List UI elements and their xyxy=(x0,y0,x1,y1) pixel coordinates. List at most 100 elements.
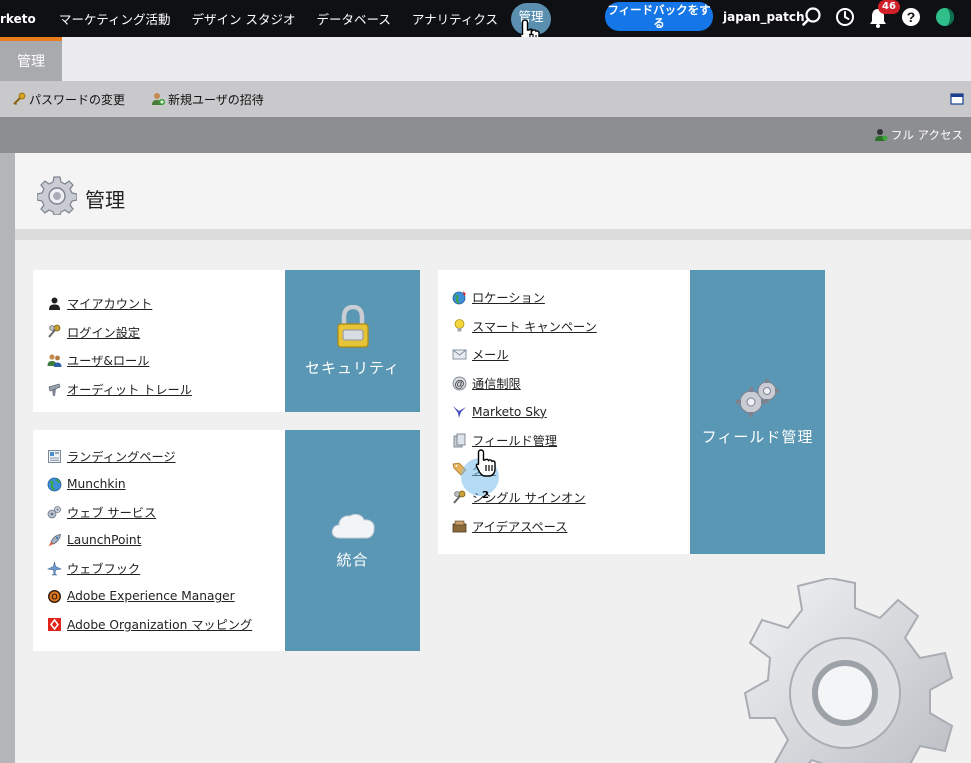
landing-pages-link[interactable]: ランディングページ xyxy=(67,447,176,465)
add-user-icon xyxy=(152,93,166,105)
key-icon xyxy=(13,92,26,106)
access-level-bar: フル アクセス xyxy=(0,117,971,153)
access-level-indicator: フル アクセス xyxy=(874,127,963,143)
location-link[interactable]: ロケーション xyxy=(472,288,545,306)
adobe-organization-mapping-link[interactable]: Adobe Organization マッピング xyxy=(67,615,252,633)
web-services-gears-icon xyxy=(47,505,61,518)
nav-analytics[interactable]: アナリティクス xyxy=(412,9,498,28)
feedback-button[interactable]: フィードバックをする xyxy=(605,2,713,31)
invite-new-user-button[interactable]: 新規ユーザの招待 xyxy=(151,91,264,108)
marketo-sky-bird-icon xyxy=(453,406,466,419)
admin-header: 管理 xyxy=(15,153,971,240)
admin-toolbar: パスワードの変更 新規ユーザの招待 xyxy=(0,81,971,117)
list-item-smart-campaign: スマート キャンペーン xyxy=(438,312,690,341)
search-icon[interactable] xyxy=(801,6,823,28)
integration-tile[interactable]: 統合 xyxy=(285,430,420,651)
list-item-audit-trail: オーディット トレール xyxy=(33,375,285,404)
marketo-sky-link[interactable]: Marketo Sky xyxy=(472,405,547,419)
audit-trail-link[interactable]: オーディット トレール xyxy=(67,380,192,398)
list-item-idea-space: アイデアスペース xyxy=(438,512,690,541)
adobe-experience-manager-link[interactable]: Adobe Experience Manager xyxy=(67,589,235,603)
at-sign-icon: @ xyxy=(452,376,467,390)
adobe-experience-manager-icon: O xyxy=(48,589,61,603)
users-roles-link[interactable]: ユーザ&ロール xyxy=(67,351,149,369)
field-management-gears-icon xyxy=(735,378,779,417)
nav-database[interactable]: データベース xyxy=(317,9,391,28)
history-clock-icon[interactable] xyxy=(834,6,856,28)
idea-space-icon xyxy=(452,520,467,532)
svg-text:O: O xyxy=(51,592,57,601)
notifications-badge: 46 xyxy=(878,0,900,14)
list-item-my-account: マイアカウント xyxy=(33,289,285,318)
list-item-location: ロケーション xyxy=(438,283,690,312)
cloud-icon xyxy=(331,513,375,539)
munchkin-globe-icon xyxy=(47,477,62,491)
web-services-link[interactable]: ウェブ サービス xyxy=(67,503,156,521)
landing-page-icon xyxy=(48,449,61,463)
field-management-tile[interactable]: フィールド管理 xyxy=(690,270,825,554)
list-item-marketo-sky: Marketo Sky xyxy=(438,397,690,426)
change-password-button[interactable]: パスワードの変更 xyxy=(12,91,125,108)
launchpoint-link[interactable]: LaunchPoint xyxy=(67,533,141,547)
list-item-launchpoint: LaunchPoint xyxy=(33,526,285,554)
users-group-icon xyxy=(47,354,62,367)
top-navigation-bar: rketo マーケティング活動 デザイン スタジオ データベース アナリティクス… xyxy=(0,0,971,37)
list-item-email: メール xyxy=(438,340,690,369)
page-title: 管理 xyxy=(85,188,125,212)
list-item-users-roles: ユーザ&ロール xyxy=(33,346,285,375)
invite-new-user-label: 新規ユーザの招待 xyxy=(168,92,264,107)
communication-limits-link[interactable]: 通信制限 xyxy=(472,374,521,392)
field-management-card: ロケーション スマート キャンペーン メール @ 通信制限 Marketo Sk… xyxy=(438,270,690,554)
list-item-login-settings: ログイン設定 xyxy=(33,318,285,347)
my-account-link[interactable]: マイアカウント xyxy=(67,294,152,312)
integration-tile-label: 統合 xyxy=(336,551,369,569)
module-tab-bar: 管理 xyxy=(0,37,971,81)
field-management-link[interactable]: フィールド管理 xyxy=(472,431,557,449)
security-card: マイアカウント ログイン設定 ユーザ&ロール オーディット トレール xyxy=(33,270,285,412)
user-access-icon xyxy=(874,129,888,141)
decorative-gear-icon xyxy=(743,578,954,763)
step-2-cursor-icon xyxy=(475,449,496,477)
audit-trail-icon xyxy=(48,383,61,396)
field-database-icon xyxy=(453,433,466,448)
idea-space-link[interactable]: アイデアスペース xyxy=(472,517,567,535)
list-item-munchkin: Munchkin xyxy=(33,470,285,498)
lightbulb-icon xyxy=(454,319,465,332)
tab-admin[interactable]: 管理 xyxy=(0,37,62,81)
panel-toggle-icon[interactable] xyxy=(950,92,964,106)
nav-marketing-activities[interactable]: マーケティング活動 xyxy=(59,9,171,28)
access-level-label: フル アクセス xyxy=(890,128,963,142)
webhooks-link[interactable]: ウェブフック xyxy=(67,559,140,577)
security-tile-label: セキュリティ xyxy=(304,358,401,377)
smart-campaign-link[interactable]: スマート キャンペーン xyxy=(472,317,597,335)
location-globe-icon xyxy=(452,290,466,305)
email-icon xyxy=(452,349,467,360)
padlock-icon xyxy=(336,304,369,348)
security-tile[interactable]: セキュリティ xyxy=(285,270,420,412)
login-settings-link[interactable]: ログイン設定 xyxy=(67,323,140,341)
change-password-label: パスワードの変更 xyxy=(29,92,126,107)
list-item-web-services: ウェブ サービス xyxy=(33,498,285,526)
field-management-tile-label: フィールド管理 xyxy=(701,427,814,446)
nav-design-studio[interactable]: デザイン スタジオ xyxy=(192,9,296,28)
left-sidebar-collapsed[interactable] xyxy=(0,153,15,763)
keys-icon xyxy=(48,324,61,339)
user-avatar-icon[interactable] xyxy=(934,6,956,28)
tab-admin-label: 管理 xyxy=(17,54,45,70)
integration-card: ランディングページ Munchkin ウェブ サービス LaunchPoint … xyxy=(33,430,285,651)
svg-text:@: @ xyxy=(455,379,465,390)
list-item-webhooks: ウェブフック xyxy=(33,554,285,582)
list-item-adobe-experience-manager: O Adobe Experience Manager xyxy=(33,582,285,610)
svg-text:?: ? xyxy=(907,9,916,25)
person-icon xyxy=(49,297,60,310)
email-link[interactable]: メール xyxy=(472,345,509,363)
step-2-label: 2 xyxy=(482,490,489,501)
brand-logo-text[interactable]: rketo xyxy=(0,12,38,26)
munchkin-link[interactable]: Munchkin xyxy=(67,477,126,491)
list-item-communication-limits: @ 通信制限 xyxy=(438,369,690,398)
user-name[interactable]: japan_patch xyxy=(723,10,805,24)
list-item-landing-pages: ランディングページ xyxy=(33,442,285,470)
list-item-adobe-organization-mapping: Adobe Organization マッピング xyxy=(33,610,285,638)
webhook-plane-icon xyxy=(47,561,62,575)
help-icon[interactable]: ? xyxy=(900,6,922,28)
